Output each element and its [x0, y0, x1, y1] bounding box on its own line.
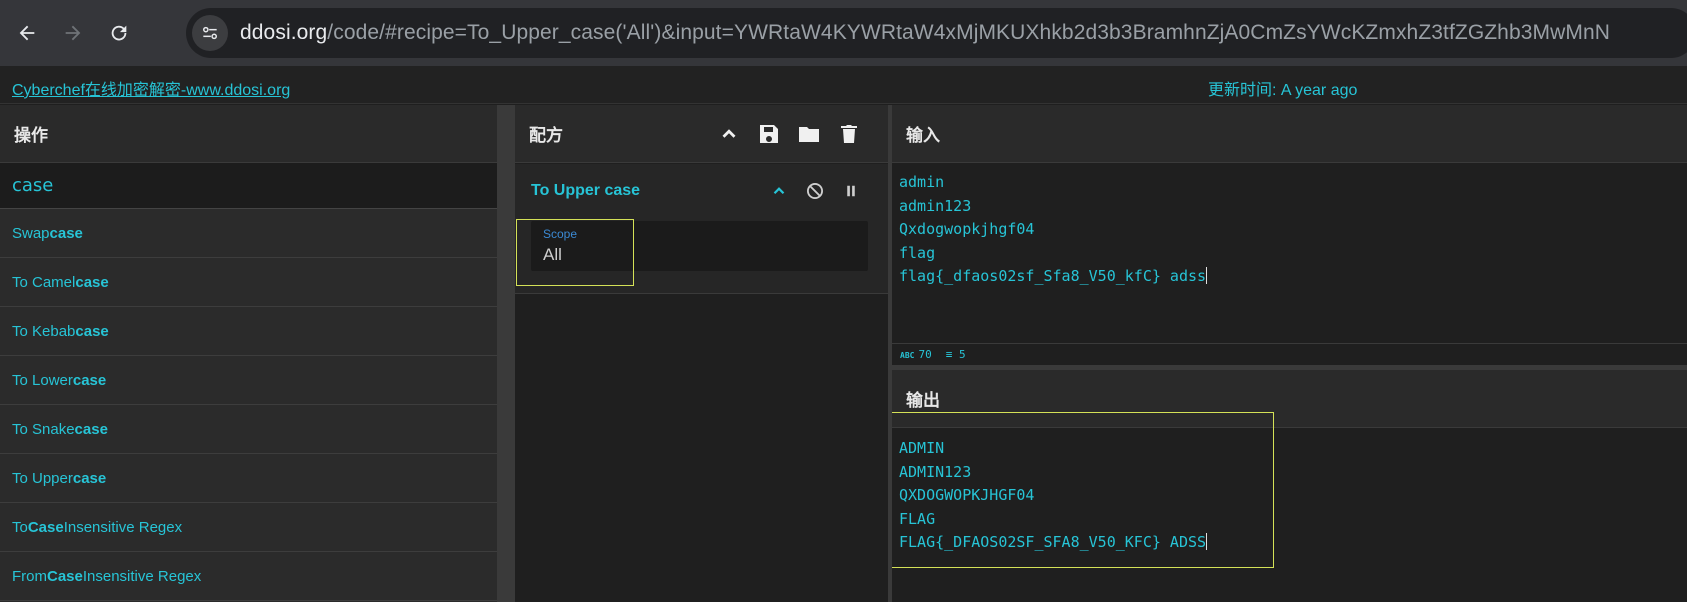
site-link[interactable]: Cyberchef在线加密解密-www.ddosi.org [12, 76, 290, 100]
operations-list: Swap case To Camel case To Kebab case To Lo… [0, 209, 497, 601]
operation-item-text: To Lower [12, 371, 73, 389]
forward-button[interactable] [54, 14, 92, 52]
operation-item[interactable]: To Kebab case [0, 307, 497, 356]
collapse-all-button[interactable] [716, 121, 742, 147]
site-banner: Cyberchef在线加密解密-www.ddosi.org 更新时间: A ye… [0, 66, 1687, 104]
load-recipe-button[interactable] [796, 121, 822, 147]
reload-button[interactable] [100, 14, 138, 52]
char-count: ABC 70 [900, 348, 932, 361]
save-icon [760, 125, 778, 143]
operation-item-text: Insensitive Regex [82, 567, 202, 585]
panel-resizer[interactable] [497, 105, 515, 602]
input-line: flag [899, 243, 936, 262]
chevron-up-icon [773, 187, 785, 195]
line-count: ≡ 5 [946, 348, 966, 361]
operation-item[interactable]: Swap case [0, 209, 497, 258]
operation-item[interactable]: To Case Insensitive Regex [0, 503, 497, 552]
operation-item-text: Swap [12, 224, 50, 242]
search-match: Case [27, 518, 64, 536]
operation-item[interactable]: To Camel case [0, 258, 497, 307]
browser-toolbar: ddosi.org/code/#recipe=To_Upper_case('Al… [0, 0, 1687, 66]
url-host: ddosi.org [240, 21, 328, 44]
collapse-operation-button[interactable] [768, 180, 790, 202]
search-match: Case [47, 567, 83, 585]
address-bar[interactable]: ddosi.org/code/#recipe=To_Upper_case('Al… [186, 8, 1687, 58]
search-match: case [74, 420, 108, 438]
forward-arrow-icon [65, 25, 81, 41]
url-path: /code/#recipe=To_Upper_case('All')&input… [327, 21, 1611, 44]
input-line: admin123 [899, 196, 972, 215]
disable-icon [807, 183, 823, 199]
io-panel: 输入 admin admin123 Qxdogwopkjhgf04 flag flag{… [892, 105, 1687, 602]
clear-recipe-button[interactable] [836, 121, 862, 147]
url-text[interactable]: ddosi.org/code/#recipe=To_Upper_case('Al… [240, 21, 1610, 45]
search-match: case [49, 224, 83, 242]
back-button[interactable] [8, 14, 46, 52]
reload-icon [111, 25, 127, 41]
operation-item-text: To Upper [12, 469, 73, 487]
recipe-panel: 配方 To Upper case Scope All [515, 105, 888, 602]
folder-icon [799, 127, 819, 142]
back-arrow-icon [19, 25, 35, 41]
search-match: case [72, 469, 107, 487]
text-cursor [1206, 267, 1208, 284]
operations-title: 操作 [0, 105, 497, 163]
line-count-value: 5 [958, 348, 966, 361]
operation-item[interactable]: To Snake case [0, 405, 497, 454]
operation-item-text: To [12, 518, 28, 536]
operation-item[interactable]: To Lower case [0, 356, 497, 405]
input-line: Qxdogwopkjhgf04 [899, 220, 1035, 238]
operations-search-input[interactable]: case [0, 163, 497, 209]
output-highlight-box [892, 412, 1274, 568]
operation-item-text: Insensitive Regex [63, 518, 183, 536]
abc-icon: ABC [900, 351, 915, 360]
search-match: case [75, 273, 109, 291]
chevron-up-icon [722, 129, 736, 138]
site-info-button[interactable] [192, 15, 228, 51]
operation-item[interactable]: To Upper case [0, 454, 497, 503]
scope-highlight-box [516, 219, 634, 286]
operation-item-text: From [12, 567, 47, 585]
input-line: admin [899, 173, 945, 191]
char-count-value: 70 [918, 348, 932, 361]
recipe-title: 配方 [529, 126, 563, 146]
operation-item-text: To Snake [12, 420, 75, 438]
save-recipe-button[interactable] [756, 121, 782, 147]
input-textarea[interactable]: admin admin123 Qxdogwopkjhgf04 flag flag{_df… [892, 164, 1687, 343]
search-match: case [75, 322, 109, 340]
operation-item-text: To Camel [12, 273, 76, 291]
tune-icon [203, 26, 217, 40]
input-line: flag{_dfaos02sf_Sfa8_V50_kfC} adss [899, 267, 1208, 285]
disable-operation-button[interactable] [804, 180, 826, 202]
breakpoint-button[interactable] [840, 180, 862, 202]
operations-panel: 操作 case Swap case To Camel case To Kebab c… [0, 105, 497, 602]
trash-icon [841, 125, 857, 143]
update-time: 更新时间: A year ago [1208, 82, 1358, 99]
lines-icon: ≡ [945, 348, 959, 361]
operation-item-text: To Kebab [12, 322, 76, 340]
operation-item[interactable]: From Case Insensitive Regex [0, 552, 497, 601]
recipe-header: 配方 [515, 105, 888, 163]
pause-icon [847, 185, 855, 197]
search-match: case [72, 371, 107, 389]
input-status-bar: ABC 70 ≡ 5 [892, 343, 1687, 365]
operation-name: To Upper case [531, 182, 641, 199]
input-title: 输入 [892, 105, 1687, 163]
